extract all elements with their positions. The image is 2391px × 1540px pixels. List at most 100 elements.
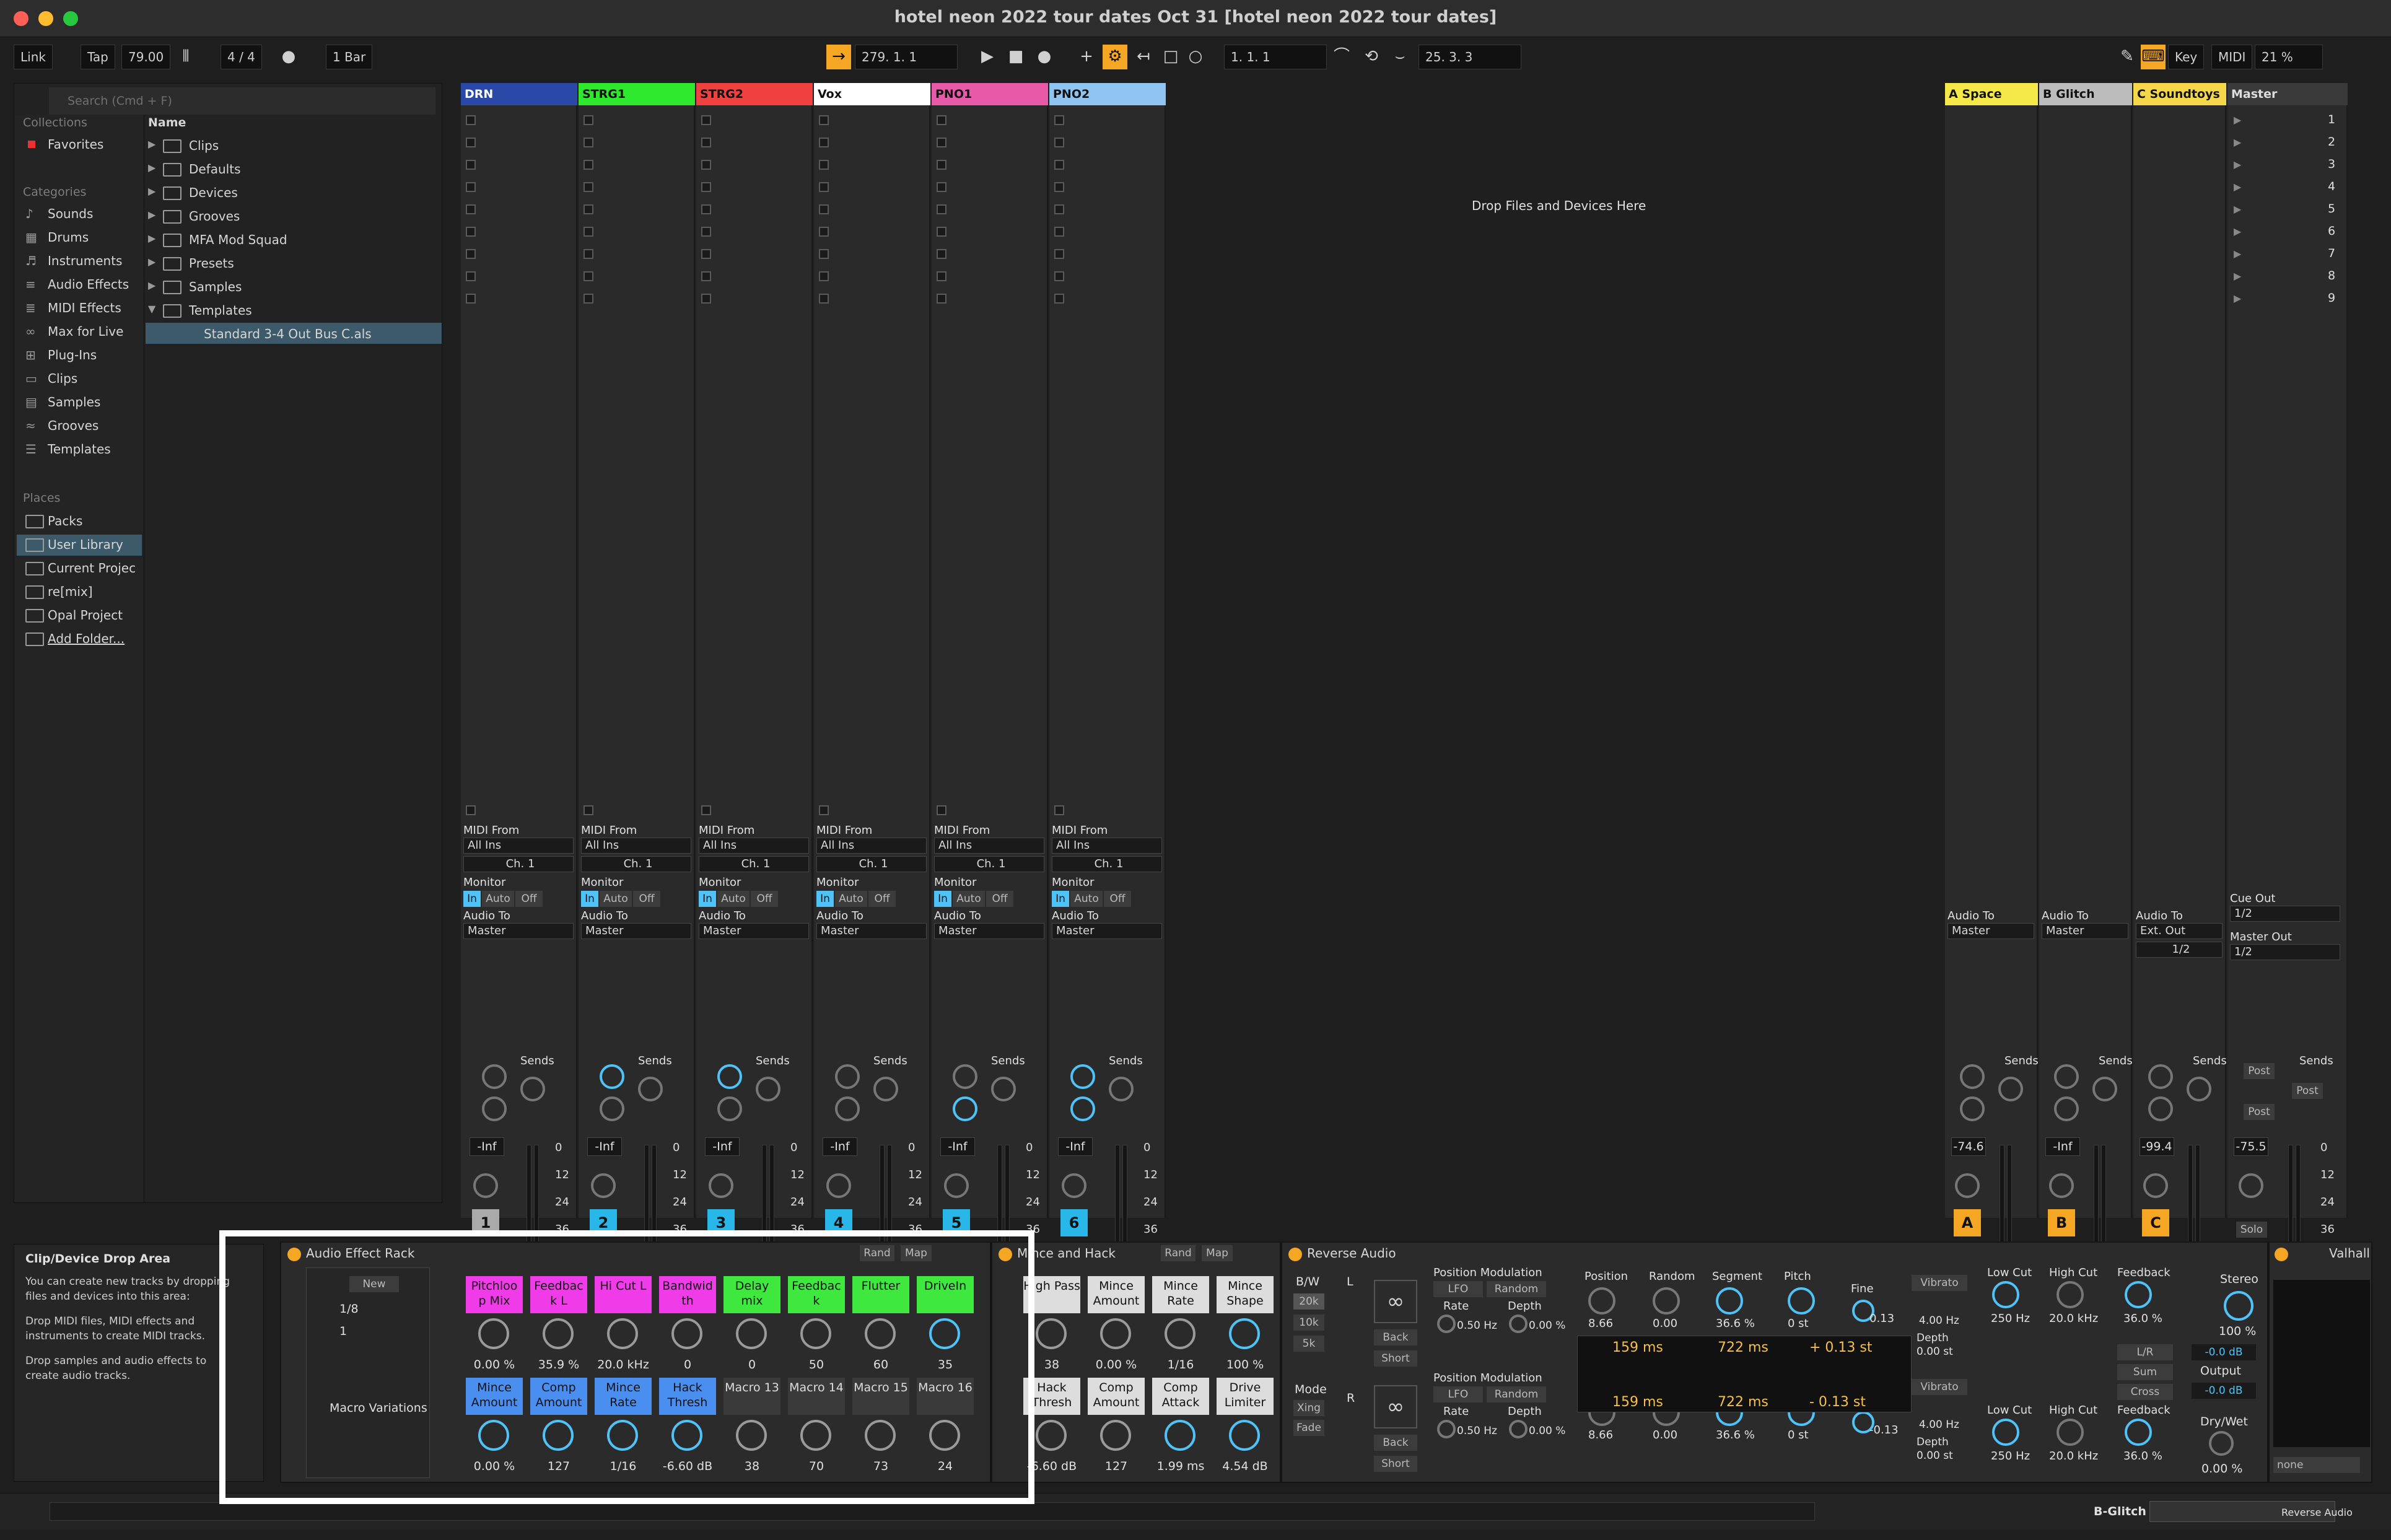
place-packs[interactable]: Packs [48, 514, 82, 528]
sum-button[interactable]: Sum [2117, 1364, 2173, 1380]
monitor-in-button[interactable]: In [1052, 891, 1069, 907]
record-icon[interactable]: ● [1032, 45, 1057, 69]
clip-slot-stop-button[interactable] [584, 115, 593, 125]
stereo-knob[interactable] [2224, 1291, 2253, 1321]
send-a-knob[interactable] [600, 1064, 624, 1089]
track-title-pno2[interactable]: PNO2 [1049, 83, 1166, 105]
return-pan-knob[interactable] [2049, 1173, 2074, 1198]
midi-map-button[interactable]: MIDI [2211, 45, 2253, 69]
track-pan-knob[interactable] [826, 1173, 851, 1198]
track-volume-field[interactable]: -Inf [940, 1137, 975, 1156]
browser-item-samples[interactable]: Samples [189, 279, 242, 294]
browser-item-defaults[interactable]: Defaults [189, 162, 241, 177]
clip-slot-stop-button[interactable] [819, 294, 829, 304]
mince-row2-3-knob[interactable] [1165, 1420, 1196, 1451]
clip-slot-stop-button[interactable] [701, 227, 711, 237]
draw-mode-icon[interactable]: ✎ [2115, 45, 2140, 69]
clip-slot-stop-button[interactable] [466, 271, 476, 281]
master-solo-button[interactable]: Solo [2236, 1222, 2267, 1238]
mode-fade-button[interactable]: Fade [1293, 1420, 1324, 1436]
master-pan-knob[interactable] [2239, 1173, 2263, 1198]
vibrato-depth-bottom[interactable]: 0.00 st [1917, 1450, 1953, 1462]
return-title-a[interactable]: A Space [1945, 83, 2038, 105]
gain-field[interactable]: -0.0 dB [2192, 1344, 2256, 1360]
midi-channel-dropdown[interactable]: Ch. 1 [1052, 856, 1162, 872]
track-volume-field[interactable]: -Inf [1058, 1137, 1093, 1156]
clip-slot-stop-button[interactable] [819, 204, 829, 214]
clip-slot-stop-button[interactable] [1054, 227, 1064, 237]
return-audio-to-dropdown[interactable]: Master [2042, 923, 2128, 939]
midi-channel-dropdown[interactable]: Ch. 1 [581, 856, 691, 872]
chevron-right-icon[interactable]: ▶ [148, 209, 155, 221]
mince-row2-4-label[interactable]: Drive Limiter [1217, 1378, 1274, 1415]
clip-slot-stop-button[interactable] [466, 160, 476, 170]
scene-number[interactable]: 9 [2328, 291, 2335, 305]
monitor-auto-button[interactable]: Auto [835, 891, 867, 907]
monitor-auto-button[interactable]: Auto [600, 891, 632, 907]
clip-slot-stop-button[interactable] [1054, 182, 1064, 192]
monitor-off-button[interactable]: Off [868, 891, 896, 907]
send-b-knob[interactable] [520, 1077, 545, 1101]
valhall-title[interactable]: Valhall [2329, 1244, 2370, 1262]
master-title[interactable]: Master [2227, 83, 2348, 105]
return-activator-button[interactable]: C [2142, 1209, 2169, 1236]
monitor-auto-button[interactable]: Auto [953, 891, 985, 907]
clip-slot-stop-button[interactable] [819, 271, 829, 281]
send-c-knob[interactable] [1070, 1096, 1095, 1121]
send-a-knob[interactable] [1960, 1064, 1985, 1089]
clip-slot-stop-button[interactable] [701, 115, 711, 125]
vibrato-top-button[interactable]: Vibrato [1912, 1275, 1967, 1291]
track-title-strg1[interactable]: STRG1 [579, 83, 695, 105]
arrangement-position[interactable]: 279. 1. 1 [855, 45, 958, 69]
nudge-icon[interactable]: ⫴ [173, 45, 198, 69]
punch-in-icon[interactable]: ⌒ [1329, 45, 1354, 69]
back-right-button[interactable]: Back [1374, 1435, 1417, 1451]
return-volume-field[interactable]: -Inf [2045, 1137, 2080, 1156]
clip-slot-stop-button[interactable] [819, 227, 829, 237]
infinity-left-icon[interactable]: ∞ [1374, 1280, 1417, 1323]
clip-slot-stop-button[interactable] [701, 160, 711, 170]
position-knob-top[interactable] [1588, 1287, 1615, 1315]
browser-selected-file[interactable]: Standard 3-4 Out Bus C.als [204, 326, 372, 341]
clip-slot-stop-button[interactable] [466, 204, 476, 214]
return-title-c[interactable]: C Soundtoys [2133, 83, 2226, 105]
return-pan-knob[interactable] [1955, 1173, 1980, 1198]
scene-number[interactable]: 6 [2328, 224, 2335, 238]
monitor-in-button[interactable]: In [699, 891, 716, 907]
send-a-knob[interactable] [1070, 1064, 1095, 1089]
output-field[interactable]: -0.0 dB [2192, 1383, 2256, 1399]
send-a-knob[interactable] [717, 1064, 742, 1089]
monitor-auto-button[interactable]: Auto [717, 891, 750, 907]
scene-launch-icon[interactable]: ▶ [2234, 159, 2241, 170]
midi-channel-dropdown[interactable]: Ch. 1 [699, 856, 809, 872]
clip-slot-stop-button[interactable] [701, 271, 711, 281]
clip-slot-stop-button[interactable] [937, 271, 946, 281]
audio-to-dropdown[interactable]: Master [1052, 923, 1162, 939]
clip-slot-stop-button[interactable] [819, 160, 829, 170]
send-a-knob[interactable] [2054, 1064, 2079, 1089]
track-pan-knob[interactable] [1062, 1173, 1086, 1198]
feedback-knob-top[interactable] [2125, 1281, 2152, 1308]
monitor-auto-button[interactable]: Auto [1070, 891, 1103, 907]
play-icon[interactable]: ▶ [975, 45, 1000, 69]
send-a-knob[interactable] [835, 1064, 860, 1089]
clip-slot-stop-button[interactable] [937, 227, 946, 237]
send-b-knob[interactable] [873, 1077, 898, 1101]
cue-out-dropdown[interactable]: 1/2 [2230, 906, 2340, 922]
browser-item-grooves[interactable]: Grooves [189, 209, 240, 224]
vibrato-rate-bottom[interactable]: 4.00 Hz [1919, 1419, 1959, 1431]
low-cut-knob-bottom[interactable] [1992, 1419, 2019, 1446]
drywet-knob[interactable] [2209, 1431, 2234, 1456]
chevron-right-icon[interactable]: ▶ [148, 256, 155, 268]
clip-slot-stop-button[interactable] [701, 182, 711, 192]
mince-row2-1-knob[interactable] [1036, 1420, 1067, 1451]
return-title-b[interactable]: B Glitch [2039, 83, 2132, 105]
track-activator-button[interactable]: 6 [1060, 1209, 1088, 1236]
lfo-button-bottom[interactable]: LFO [1433, 1386, 1483, 1402]
return-audio-to-dropdown[interactable]: Master [1947, 923, 2034, 939]
clip-slot-stop-button[interactable] [1054, 294, 1064, 304]
track-stop-button[interactable] [937, 805, 946, 815]
lfo-button-top[interactable]: LFO [1433, 1281, 1483, 1297]
send-c-knob[interactable] [1960, 1096, 1985, 1121]
mince-row1-4-label[interactable]: Mince Shape [1217, 1276, 1274, 1313]
